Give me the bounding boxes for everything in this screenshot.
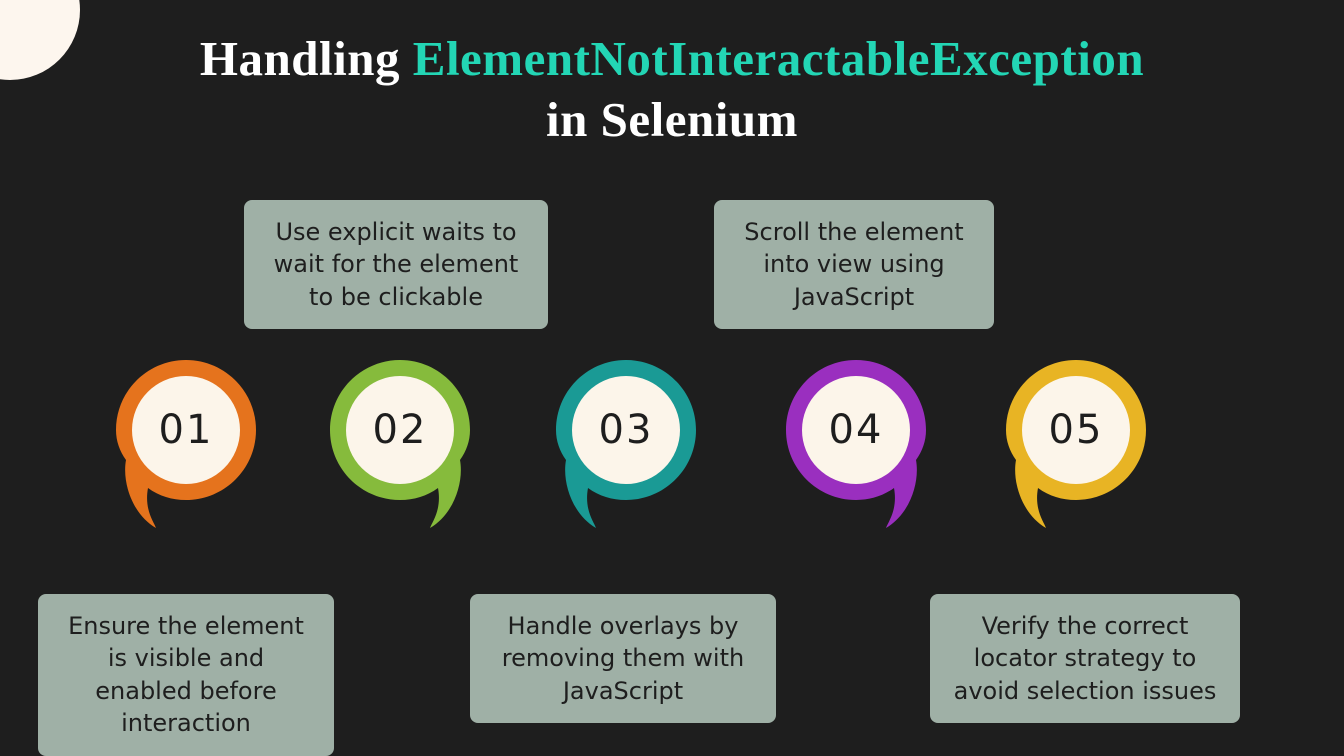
step-number: 01 [132, 376, 240, 484]
step-tip-03: Handle overlays by removing them with Ja… [470, 594, 776, 723]
title-accent: ElementNotInteractableException [413, 31, 1144, 86]
title-part1: Handling [200, 31, 413, 86]
step-number: 02 [346, 376, 454, 484]
title-part2: in Selenium [546, 92, 798, 147]
step-tip-05: Verify the correct locator strategy to a… [930, 594, 1240, 723]
step-tip-04: Scroll the element into view using JavaS… [714, 200, 994, 329]
step-number: 03 [572, 376, 680, 484]
step-badge-02: 02 [330, 360, 470, 520]
page-title: Handling ElementNotInteractableException… [0, 0, 1344, 151]
step-number: 05 [1022, 376, 1130, 484]
step-number: 04 [802, 376, 910, 484]
step-badge-03: 03 [556, 360, 696, 520]
step-badge-05: 05 [1006, 360, 1146, 520]
step-badge-01: 01 [116, 360, 256, 520]
step-badge-04: 04 [786, 360, 926, 520]
steps-stage: 01Ensure the element is visible and enab… [0, 192, 1344, 752]
step-tip-01: Ensure the element is visible and enable… [38, 594, 334, 756]
step-tip-02: Use explicit waits to wait for the eleme… [244, 200, 548, 329]
